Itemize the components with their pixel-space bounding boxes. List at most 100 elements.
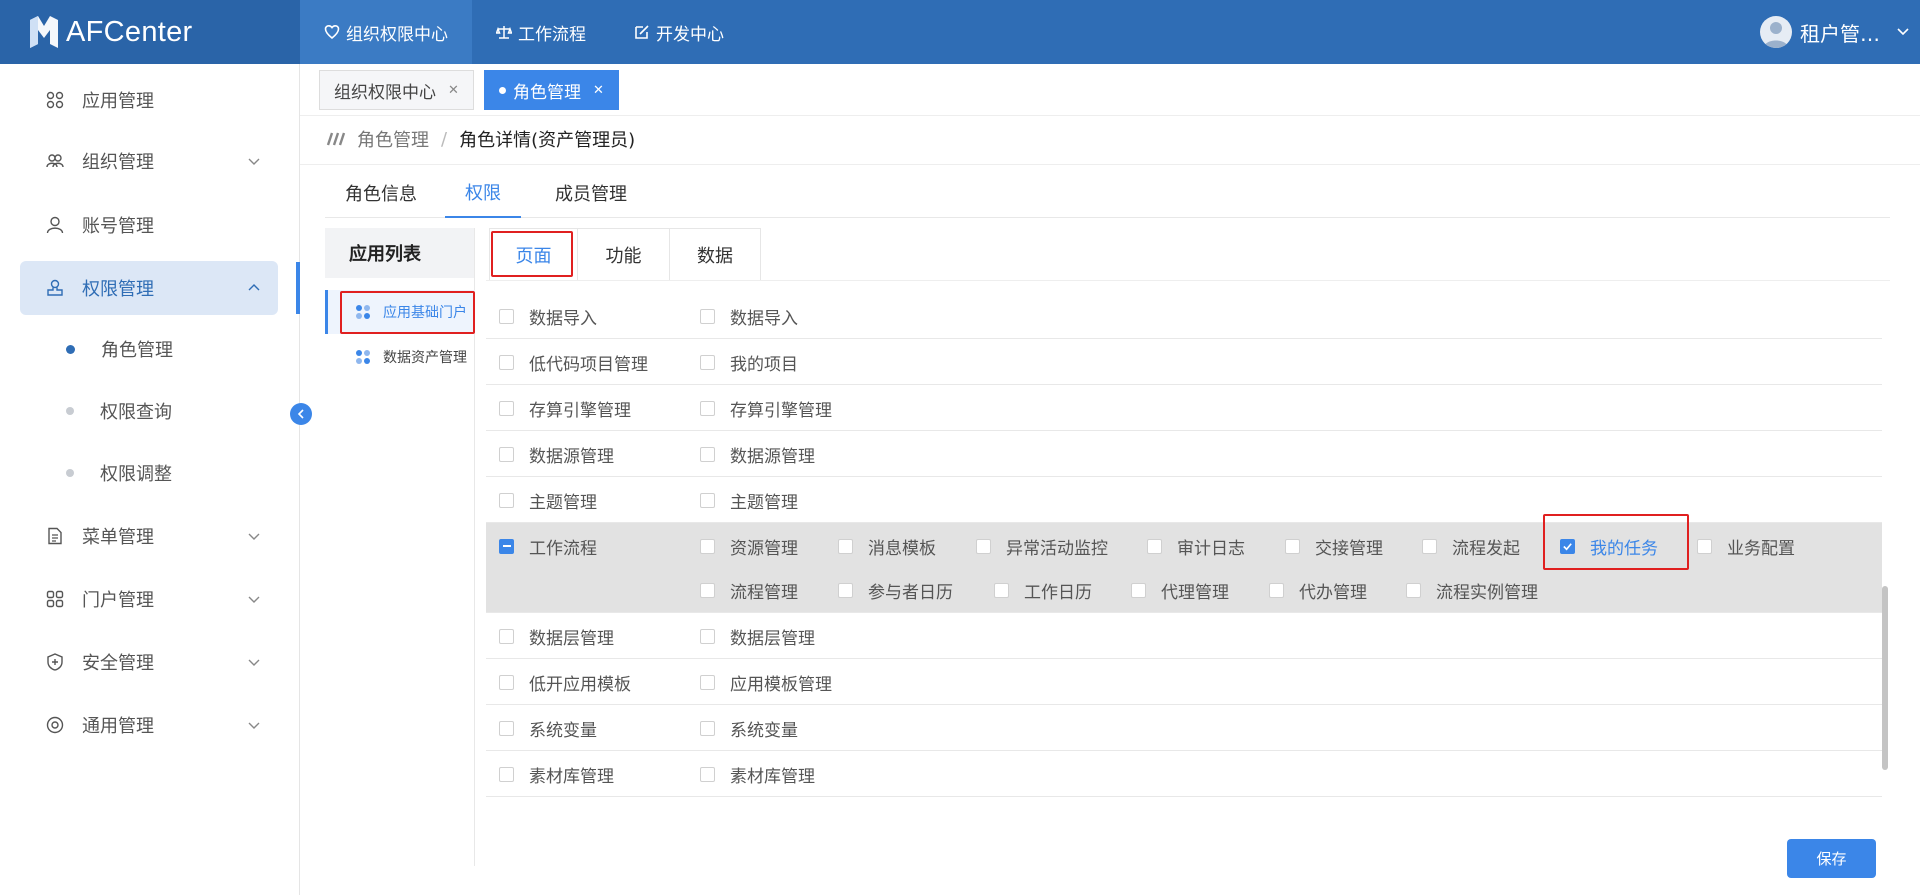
checkbox[interactable] bbox=[700, 628, 715, 644]
tab-label: 角色管理 bbox=[513, 82, 581, 103]
sidebar-collapse-button[interactable] bbox=[290, 403, 312, 425]
checkbox-indeterminate[interactable] bbox=[499, 538, 514, 554]
sidebar-sub-permission-query[interactable]: 权限查询 bbox=[66, 391, 172, 431]
checkbox[interactable] bbox=[499, 720, 514, 736]
checkbox[interactable] bbox=[700, 538, 715, 554]
sidebar-item-menu-management[interactable]: 菜单管理 bbox=[20, 509, 278, 563]
module-checkbox[interactable]: 系统变量 bbox=[499, 705, 597, 751]
tab-function[interactable]: 功能 bbox=[578, 229, 670, 281]
tab-data[interactable]: 数据 bbox=[670, 229, 760, 281]
checkbox[interactable] bbox=[700, 492, 715, 508]
page-checkbox[interactable]: 参与者日历 bbox=[838, 567, 953, 613]
page-checkbox[interactable]: 流程管理 bbox=[700, 567, 798, 613]
sidebar-item-permission-management[interactable]: 权限管理 bbox=[20, 261, 278, 315]
module-checkbox[interactable]: 数据源管理 bbox=[499, 431, 614, 477]
checkbox[interactable] bbox=[1697, 538, 1712, 554]
page-checkbox[interactable]: 主题管理 bbox=[700, 477, 798, 523]
user-menu[interactable]: 租户管… bbox=[1760, 0, 1910, 64]
page-checkbox[interactable]: 资源管理 bbox=[700, 523, 798, 569]
page-checkbox[interactable]: 数据层管理 bbox=[700, 613, 815, 659]
sidebar-item-security-management[interactable]: 安全管理 bbox=[20, 635, 278, 689]
checkbox[interactable] bbox=[499, 354, 514, 370]
vertical-scrollbar[interactable] bbox=[1882, 586, 1888, 770]
checkbox[interactable] bbox=[700, 766, 715, 782]
module-checkbox[interactable]: 存算引擎管理 bbox=[499, 385, 631, 431]
close-icon[interactable]: ✕ bbox=[593, 83, 604, 98]
checkbox[interactable] bbox=[700, 308, 715, 324]
page-checkbox-my-task[interactable]: 我的任务 bbox=[1560, 523, 1658, 569]
page-checkbox[interactable]: 数据源管理 bbox=[700, 431, 815, 477]
checkbox[interactable] bbox=[838, 582, 853, 598]
sidebar-item-org-management[interactable]: 组织管理 bbox=[20, 134, 278, 188]
sidebar-item-label: 菜单管理 bbox=[82, 527, 154, 548]
checkbox[interactable] bbox=[499, 400, 514, 416]
checkbox[interactable] bbox=[1269, 582, 1284, 598]
tab-org-permission-center[interactable]: 组织权限中心 ✕ bbox=[319, 70, 474, 110]
checkbox[interactable] bbox=[838, 538, 853, 554]
checkbox[interactable] bbox=[700, 354, 715, 370]
checkbox[interactable] bbox=[700, 400, 715, 416]
checkbox[interactable] bbox=[1406, 582, 1421, 598]
save-button[interactable]: 保存 bbox=[1787, 839, 1876, 878]
tab-role-management[interactable]: 角色管理 ✕ bbox=[484, 70, 619, 110]
module-checkbox[interactable]: 工作流程 bbox=[499, 523, 597, 569]
checkbox[interactable] bbox=[700, 674, 715, 690]
checkbox[interactable] bbox=[1285, 538, 1300, 554]
page-checkbox[interactable]: 流程实例管理 bbox=[1406, 567, 1538, 613]
checkbox[interactable] bbox=[700, 582, 715, 598]
sidebar-sub-permission-adjust[interactable]: 权限调整 bbox=[66, 453, 172, 493]
page-checkbox[interactable]: 代办管理 bbox=[1269, 567, 1367, 613]
page-checkbox[interactable]: 代理管理 bbox=[1131, 567, 1229, 613]
checkbox[interactable] bbox=[976, 538, 991, 554]
checkbox[interactable] bbox=[700, 446, 715, 462]
page-checkbox[interactable]: 存算引擎管理 bbox=[700, 385, 832, 431]
checkbox[interactable] bbox=[1422, 538, 1437, 554]
module-checkbox[interactable]: 主题管理 bbox=[499, 477, 597, 523]
tab-role-info[interactable]: 角色信息 bbox=[325, 168, 437, 218]
page-checkbox[interactable]: 业务配置 bbox=[1697, 523, 1795, 569]
checkbox[interactable] bbox=[499, 766, 514, 782]
checkbox-checked[interactable] bbox=[1560, 538, 1575, 554]
checkbox[interactable] bbox=[499, 628, 514, 644]
breadcrumb-parent[interactable]: 角色管理 bbox=[357, 126, 429, 152]
sidebar-sub-role-management[interactable]: 角色管理 bbox=[66, 329, 173, 369]
checkbox[interactable] bbox=[499, 308, 514, 324]
page-checkbox[interactable]: 工作日历 bbox=[994, 567, 1092, 613]
checkbox[interactable] bbox=[1131, 582, 1146, 598]
checkbox[interactable] bbox=[499, 492, 514, 508]
page-checkbox[interactable]: 应用模板管理 bbox=[700, 659, 832, 705]
page-checkbox[interactable]: 交接管理 bbox=[1285, 523, 1383, 569]
page-checkbox[interactable]: 素材库管理 bbox=[700, 751, 815, 797]
page-checkbox[interactable]: 流程发起 bbox=[1422, 523, 1520, 569]
checkbox[interactable] bbox=[700, 720, 715, 736]
sidebar-item-account-management[interactable]: 账号管理 bbox=[20, 198, 278, 252]
topnav-dev-center[interactable]: 开发中心 bbox=[610, 0, 748, 64]
page-checkbox[interactable]: 我的项目 bbox=[700, 339, 798, 385]
page-checkbox[interactable]: 异常活动监控 bbox=[976, 523, 1108, 569]
checkbox[interactable] bbox=[499, 446, 514, 462]
tab-permission[interactable]: 权限 bbox=[445, 168, 521, 218]
checkbox[interactable] bbox=[994, 582, 1009, 598]
page-checkbox[interactable]: 系统变量 bbox=[700, 705, 798, 751]
module-checkbox[interactable]: 数据层管理 bbox=[499, 613, 614, 659]
app-item-basic-portal[interactable]: 应用基础门户 bbox=[325, 290, 475, 334]
app-logo[interactable]: AFCenter bbox=[0, 0, 300, 64]
module-checkbox[interactable]: 低代码项目管理 bbox=[499, 339, 648, 385]
tab-member-management[interactable]: 成员管理 bbox=[535, 168, 647, 218]
sidebar-item-portal-management[interactable]: 门户管理 bbox=[20, 572, 278, 626]
module-checkbox[interactable]: 低开应用模板 bbox=[499, 659, 631, 705]
topnav-workflow[interactable]: 工作流程 bbox=[472, 0, 610, 64]
app-item-data-asset[interactable]: 数据资产管理 bbox=[325, 335, 475, 379]
topnav-org-permission[interactable]: 组织权限中心 bbox=[300, 0, 472, 64]
page-checkbox[interactable]: 数据导入 bbox=[700, 293, 798, 339]
module-checkbox[interactable]: 素材库管理 bbox=[499, 751, 614, 797]
page-checkbox[interactable]: 消息模板 bbox=[838, 523, 936, 569]
checkbox[interactable] bbox=[499, 674, 514, 690]
checkbox[interactable] bbox=[1147, 538, 1162, 554]
module-checkbox[interactable]: 数据导入 bbox=[499, 293, 597, 339]
page-checkbox[interactable]: 审计日志 bbox=[1147, 523, 1245, 569]
sidebar-item-app-management[interactable]: 应用管理 bbox=[20, 73, 278, 127]
tab-page[interactable]: 页面 bbox=[490, 229, 578, 281]
close-icon[interactable]: ✕ bbox=[448, 83, 459, 98]
sidebar-item-general-management[interactable]: 通用管理 bbox=[20, 698, 278, 752]
